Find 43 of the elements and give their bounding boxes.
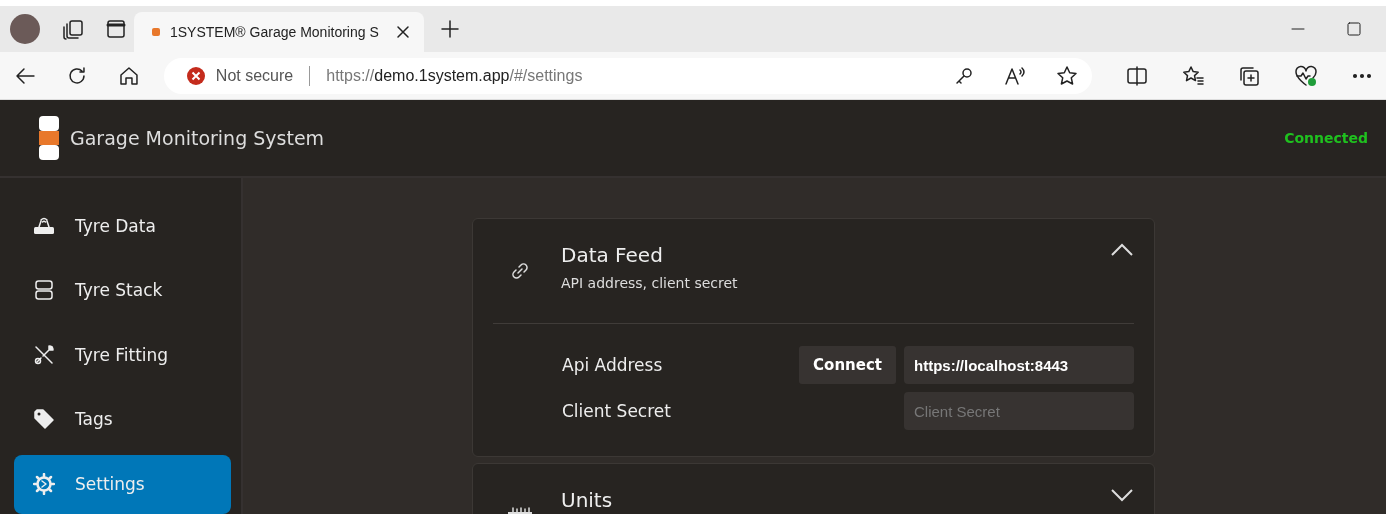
chevron-icon[interactable] [1110, 243, 1134, 257]
sidebar-item[interactable]: Tags [14, 390, 231, 447]
url-text: https://demo.1system.app/#/settings [326, 66, 583, 85]
read-aloud-icon[interactable] [1004, 65, 1026, 86]
favorites-icon[interactable] [1182, 64, 1204, 87]
favicon-icon [152, 28, 160, 36]
home-icon[interactable] [117, 64, 140, 87]
stack-icon [33, 279, 55, 302]
error-icon [185, 65, 206, 86]
sidebar-item[interactable]: Tyre Data [14, 198, 231, 255]
tag-icon [33, 407, 55, 430]
sidebar-item[interactable]: Settings [14, 454, 231, 514]
health-icon[interactable] [1294, 64, 1318, 87]
input-field[interactable]: https://localhost:8443 [904, 346, 1134, 384]
key-icon[interactable] [954, 65, 974, 86]
close-icon[interactable] [396, 25, 410, 39]
input-field[interactable]: Client Secret [904, 392, 1134, 430]
sidebar-item[interactable]: Tyre Stack [14, 262, 231, 319]
sidebar-item[interactable]: Tyre Fitting [14, 326, 231, 383]
settings-icon [33, 473, 55, 496]
collections-icon[interactable] [1238, 64, 1260, 87]
section-subtitle: API address, client secret [561, 275, 738, 291]
browser-tab[interactable]: 1SYSTEM® Garage Monitoring S [134, 12, 424, 52]
favorite-icon[interactable] [1056, 64, 1078, 87]
section-title: Data Feed [561, 243, 664, 267]
new-tab-icon[interactable] [440, 19, 460, 39]
more-icon[interactable] [1352, 72, 1372, 79]
field-label: Client Secret [562, 401, 671, 421]
address-bar[interactable]: Not secure https://demo.1system.app/#/settings [163, 57, 1092, 94]
tabs-icon[interactable] [62, 18, 84, 40]
chevron-icon[interactable] [1110, 488, 1134, 502]
split-screen-icon[interactable] [1126, 64, 1148, 87]
tools-icon [33, 343, 55, 366]
security-label: Not secure [215, 66, 294, 85]
section-title: Units [561, 488, 613, 512]
app-title: Garage Monitoring System [70, 127, 325, 149]
logo-icon [38, 116, 60, 160]
connection-status: Connected [1284, 130, 1368, 146]
maximize-icon[interactable] [1346, 21, 1362, 37]
profile-avatar[interactable] [10, 14, 40, 44]
sidebar-icon[interactable] [106, 19, 126, 39]
connect-button[interactable]: Connect [799, 346, 896, 384]
field-label: Api Address [562, 355, 663, 375]
